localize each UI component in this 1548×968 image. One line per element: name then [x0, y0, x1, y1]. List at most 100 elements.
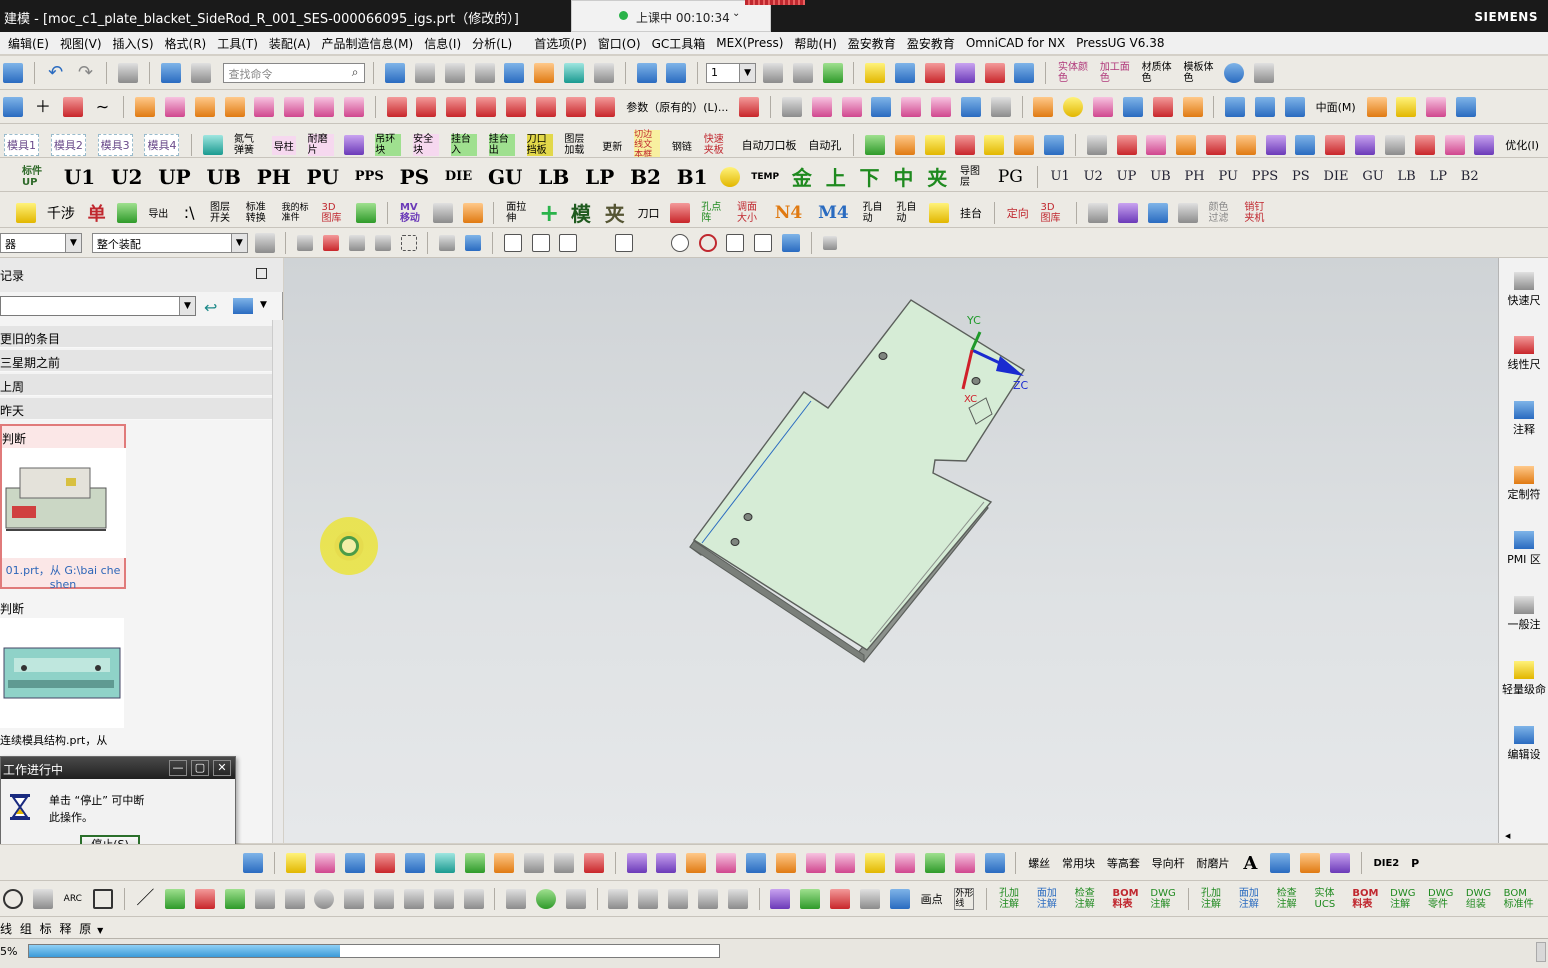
guide-rod-button[interactable]: 导向杆 — [1152, 855, 1185, 871]
check-note-2-button[interactable]: 检查注解 — [1277, 888, 1303, 910]
trim-line-text-button[interactable]: 切边线文本框 — [634, 130, 661, 157]
pen-icon[interactable] — [1088, 202, 1109, 223]
hole-note-button[interactable]: 孔加注解 — [999, 888, 1025, 910]
select-edge-icon[interactable] — [374, 235, 391, 251]
die-move-button[interactable]: DIE — [1323, 169, 1348, 184]
line-icon[interactable] — [386, 97, 407, 117]
join-curve-icon[interactable] — [284, 97, 305, 117]
offset-curve-icon[interactable] — [194, 97, 215, 117]
dimension-icon[interactable] — [984, 63, 1005, 83]
resource-edit-settings[interactable]: 编辑设 — [1499, 726, 1548, 762]
assembly-icon[interactable] — [865, 135, 886, 155]
menu-info[interactable]: 信息(I) — [424, 35, 461, 52]
wear-sheet-button[interactable]: 耐磨片 — [1197, 855, 1230, 871]
circle-2-icon[interactable] — [314, 889, 335, 909]
height-sleeve-button[interactable]: 等高套 — [1107, 855, 1140, 871]
isoparametric-icon[interactable] — [595, 97, 616, 117]
blue-char-icon[interactable] — [889, 889, 910, 909]
sphere-icon[interactable] — [1224, 63, 1245, 83]
snap-icon[interactable] — [865, 63, 886, 83]
nitrogen-spring-button[interactable]: 氮气弹簧 — [234, 134, 260, 156]
drafting-icon-21[interactable] — [865, 853, 886, 873]
guide-post-button[interactable]: 导柱 — [271, 135, 296, 155]
chinese-text-icon[interactable] — [1299, 853, 1320, 873]
snap-face-icon[interactable] — [782, 234, 801, 252]
u1-button[interactable]: U1 — [64, 165, 95, 189]
perpendicular-icon[interactable] — [254, 889, 275, 909]
house-icon[interactable] — [1177, 202, 1198, 223]
wave-link-icon[interactable] — [1176, 135, 1197, 155]
snap-circle-icon[interactable] — [670, 234, 689, 252]
3d-library-2-button[interactable]: 3D图库 — [1041, 202, 1065, 224]
chevron-down-icon[interactable]: ▼ — [260, 300, 267, 310]
hexagon-icon[interactable] — [1384, 135, 1405, 155]
undo-icon[interactable]: ↶ — [46, 63, 66, 83]
thicken-icon[interactable] — [1122, 97, 1143, 117]
menu-yingan-2[interactable]: 盈安教育 — [907, 35, 955, 52]
menu-gc-toolbox[interactable]: GC工具箱 — [652, 35, 706, 52]
waveform-icon[interactable] — [859, 889, 880, 909]
lb-move-button[interactable]: LB — [1398, 169, 1416, 184]
heart-icon[interactable] — [344, 135, 365, 155]
drafting-icon-25[interactable] — [984, 853, 1005, 873]
calculator-icon[interactable] — [203, 135, 224, 155]
layer-load-button[interactable]: 图层加载 — [564, 134, 590, 156]
drafting-icon-13[interactable] — [626, 853, 647, 873]
lifting-block-button[interactable]: 吊环块 — [375, 134, 402, 156]
pu-button[interactable]: PU — [306, 165, 338, 189]
red-line-icon[interactable] — [195, 889, 216, 909]
drafting-category-label[interactable]: 线 组 标 释 原 — [0, 922, 93, 936]
mesh-icon[interactable] — [781, 97, 802, 117]
resource-custom-symbol[interactable]: 定制符 — [1499, 466, 1548, 502]
ub-move-button[interactable]: UB — [1150, 169, 1171, 184]
measure-icon[interactable] — [895, 63, 916, 83]
snap-tangent-icon[interactable] — [643, 234, 661, 252]
ruler-icon[interactable] — [1014, 63, 1035, 83]
spline-icon[interactable]: ∼ — [92, 97, 112, 117]
dwg-part-button[interactable]: DWG零件 — [1428, 888, 1454, 910]
background-icon[interactable] — [593, 63, 614, 83]
menu-preferences[interactable]: 首选项(P) — [534, 35, 587, 52]
frame-tool-icon[interactable] — [92, 889, 113, 909]
plane-icon[interactable] — [990, 97, 1011, 117]
corner-icon[interactable] — [727, 889, 748, 909]
parameters-button[interactable]: 参数（原有的）(L)... — [626, 99, 728, 115]
optimize-button[interactable]: 优化(I) — [1505, 137, 1539, 153]
drafting-icon-14[interactable] — [656, 853, 677, 873]
resource-pmi[interactable]: PMI 区 — [1499, 531, 1548, 567]
extrude-icon[interactable] — [135, 97, 156, 117]
layer-icon[interactable] — [444, 63, 465, 83]
save-icon[interactable] — [3, 63, 23, 83]
drafting-icon-7[interactable] — [434, 853, 455, 873]
gu-button[interactable]: GU — [488, 165, 523, 189]
purple-square-icon[interactable] — [770, 889, 791, 909]
drafting-icon-10[interactable] — [524, 853, 545, 873]
machining-color-button[interactable]: 加工面色 — [1100, 62, 1130, 84]
history-item-1[interactable]: 判断 01.prt，从 G:\bai che shen — [0, 424, 126, 591]
sweep-icon[interactable] — [901, 97, 922, 117]
b1-button[interactable]: B1 — [677, 165, 708, 189]
bom-list-button[interactable]: BOM料表 — [1113, 888, 1139, 910]
drafting-icon-23[interactable] — [924, 853, 945, 873]
work-layer-select[interactable]: 1 ▼ — [706, 63, 757, 83]
template-color-button[interactable]: 模板体色 — [1183, 62, 1213, 84]
bag-icon[interactable] — [1014, 135, 1035, 155]
drafting-icon-19[interactable] — [805, 853, 826, 873]
arc-icon[interactable] — [416, 97, 437, 117]
ball-icon[interactable] — [1063, 97, 1084, 117]
standard-up-button[interactable]: 标件UP — [22, 166, 50, 188]
solid-color-button[interactable]: 实体颜色 — [1058, 62, 1088, 84]
material-color-button[interactable]: 材质体色 — [1142, 62, 1172, 84]
chevron-down-icon[interactable]: ▼ — [65, 234, 81, 252]
dwg-assembly-button[interactable]: DWG组装 — [1466, 888, 1492, 910]
red-box-icon[interactable] — [954, 135, 975, 155]
print-icon[interactable] — [118, 63, 139, 83]
drafting-icon-24[interactable] — [954, 853, 975, 873]
component-icon[interactable] — [894, 135, 915, 155]
rotate-icon[interactable] — [666, 63, 687, 83]
project-curve-icon[interactable] — [224, 97, 245, 117]
class-timer[interactable]: 上课中 00:10:34 ⌄ — [571, 0, 771, 32]
menu-window[interactable]: 窗口(O) — [598, 35, 641, 52]
bracket-icon[interactable] — [668, 889, 689, 909]
person-icon[interactable] — [462, 202, 483, 223]
